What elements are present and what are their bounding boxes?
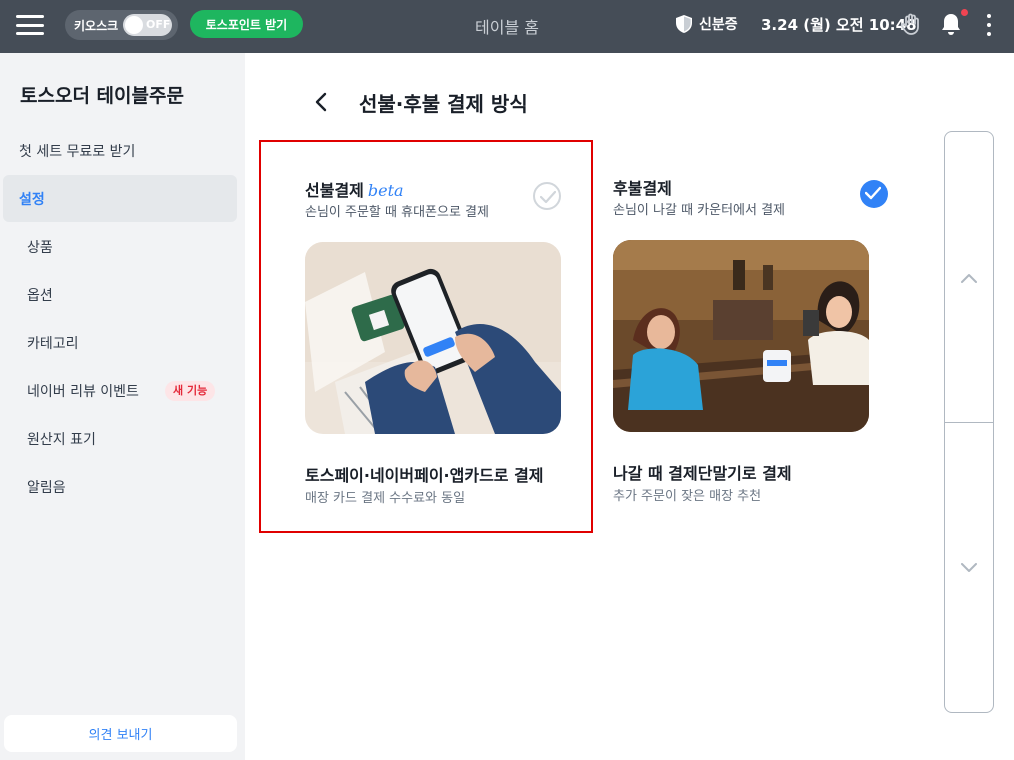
- sidebar-item-label: 상품: [27, 239, 53, 256]
- sidebar-title: 토스오더 테이블주문: [20, 85, 184, 107]
- sidebar-item-label: 첫 세트 무료로 받기: [19, 143, 136, 160]
- kiosk-toggle[interactable]: OFF: [123, 14, 172, 36]
- option-title: 선불결제 beta: [305, 177, 404, 201]
- top-bar: 키오스크 OFF 토스포인트 받기 테이블 홈 신분증 3.24 (월) 오전 …: [0, 0, 1014, 53]
- new-feature-badge: 새 기능: [165, 381, 216, 401]
- option-title-text: 선불결제: [305, 181, 364, 200]
- option-description: 추가 주문이 잦은 매장 추천: [613, 489, 762, 504]
- sidebar-item-origin[interactable]: 원산지 표기: [3, 415, 237, 462]
- unselected-check-icon[interactable]: [533, 182, 561, 210]
- toggle-knob: [125, 16, 143, 34]
- check-mark-icon: [865, 186, 881, 200]
- sidebar-item-naver-review[interactable]: 네이버 리뷰 이벤트 새 기능: [3, 367, 237, 414]
- option-main-text: 토스페이·네이버페이·앱카드로 결제: [305, 466, 544, 485]
- notification-dot: [961, 9, 968, 16]
- sidebar-item-label: 설정: [19, 191, 45, 208]
- option-subtitle: 손님이 나갈 때 카운터에서 결제: [613, 203, 786, 218]
- scroll-down-button[interactable]: [945, 423, 993, 712]
- postpaid-counter-photo: [613, 240, 869, 432]
- toggle-state: OFF: [146, 18, 171, 31]
- back-arrow-icon[interactable]: [311, 91, 333, 113]
- sidebar-item-options[interactable]: 옵션: [3, 271, 237, 318]
- sidebar-item-label: 원산지 표기: [27, 431, 96, 448]
- kiosk-label: 키오스크: [74, 18, 119, 33]
- bell-icon[interactable]: [940, 12, 962, 36]
- page-title: 선불·후불 결제 방식: [359, 92, 528, 116]
- beta-tag: beta: [367, 181, 404, 200]
- shield-icon: [676, 15, 692, 33]
- sidebar-item-products[interactable]: 상품: [3, 223, 237, 270]
- sidebar-item-settings[interactable]: 설정: [3, 175, 237, 222]
- prepaid-option-card[interactable]: 선불결제 beta 손님이 주문할 때 휴대폰으로 결제 토스페이·네이버페이·앱…: [259, 140, 593, 533]
- chevron-down-icon: [961, 563, 977, 572]
- sidebar-item-free-set[interactable]: 첫 세트 무료로 받기: [3, 127, 237, 174]
- sidebar-item-label: 네이버 리뷰 이벤트: [27, 383, 139, 400]
- option-subtitle: 손님이 주문할 때 휴대폰으로 결제: [305, 205, 489, 220]
- sidebar-item-label: 카테고리: [27, 335, 79, 352]
- sidebar-item-label: 알림음: [27, 479, 66, 496]
- sidebar-item-sound[interactable]: 알림음: [3, 463, 237, 510]
- option-description: 매장 카드 결제 수수료와 동일: [305, 491, 466, 506]
- sidebar-item-label: 옵션: [27, 287, 53, 304]
- prepaid-phone-photo: [305, 242, 561, 434]
- toss-points-button[interactable]: 토스포인트 받기: [190, 10, 303, 38]
- scroll-up-button[interactable]: [945, 132, 993, 422]
- postpaid-option-card[interactable]: 후불결제 손님이 나갈 때 카운터에서 결제 나갈 때 결제단말기로 결제 추가…: [597, 140, 931, 533]
- kiosk-control: 키오스크 OFF: [65, 10, 178, 40]
- menu-icon[interactable]: [16, 13, 44, 37]
- check-mark-icon: [540, 190, 556, 204]
- more-options-icon[interactable]: [982, 14, 996, 36]
- feedback-button[interactable]: 의견 보내기: [4, 715, 237, 752]
- option-main-text: 나갈 때 결제단말기로 결제: [613, 464, 792, 483]
- staff-call-icon[interactable]: [900, 12, 924, 36]
- sidebar-item-category[interactable]: 카테고리: [3, 319, 237, 366]
- page-scroller: [944, 131, 994, 713]
- sidebar: 토스오더 테이블주문 첫 세트 무료로 받기 설정 상품 옵션 카테고리 네이버…: [0, 53, 245, 760]
- chevron-up-icon: [961, 274, 977, 283]
- selected-check-icon[interactable]: [860, 180, 888, 208]
- option-title: 후불결제: [613, 179, 672, 198]
- certification-label: 신분증: [699, 17, 738, 33]
- certification-status[interactable]: 신분증: [676, 14, 738, 34]
- datetime: 3.24 (월) 오전 10:48: [761, 16, 917, 34]
